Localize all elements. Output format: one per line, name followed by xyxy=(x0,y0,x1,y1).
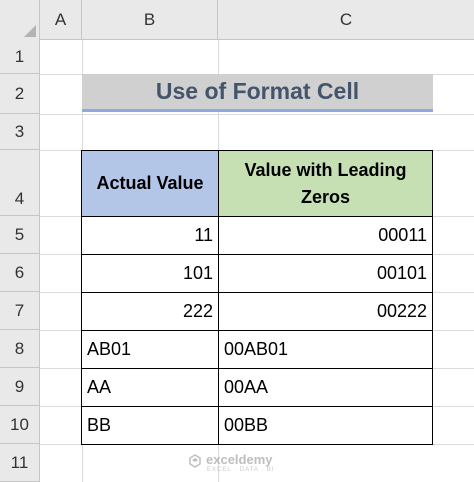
actual-value-cell[interactable]: AA xyxy=(81,368,219,407)
leading-zero-cell[interactable]: 00AB01 xyxy=(218,330,433,369)
select-all-triangle-icon xyxy=(24,25,36,37)
row-header-8[interactable]: 8 xyxy=(0,330,40,368)
row-header-6[interactable]: 6 xyxy=(0,254,40,292)
row-header-7[interactable]: 7 xyxy=(0,292,40,330)
row-header-1[interactable]: 1 xyxy=(0,40,40,74)
header-actual-value[interactable]: Actual Value xyxy=(81,150,219,217)
actual-value-cell[interactable]: 101 xyxy=(81,254,219,293)
row-header-11[interactable]: 11 xyxy=(0,444,40,482)
leading-zero-cell[interactable]: 00222 xyxy=(218,292,433,331)
row-header-9[interactable]: 9 xyxy=(0,368,40,406)
actual-value-cell[interactable]: AB01 xyxy=(81,330,219,369)
actual-value-cell[interactable]: 222 xyxy=(81,292,219,331)
leading-zero-cell[interactable]: 00BB xyxy=(218,406,433,445)
gridline xyxy=(40,114,474,115)
row-header-2[interactable]: 2 xyxy=(0,74,40,114)
column-header-a[interactable]: A xyxy=(40,0,82,40)
actual-value-cell[interactable]: BB xyxy=(81,406,219,445)
spreadsheet: A B C 1 2 3 4 5 6 7 8 9 10 11 Use of For… xyxy=(0,0,474,482)
row-header-4[interactable]: 4 xyxy=(0,150,40,216)
select-all-button[interactable] xyxy=(0,0,40,40)
header-leading-zeros[interactable]: Value with Leading Zeros xyxy=(218,150,433,217)
exceldemy-logo-icon xyxy=(189,454,201,468)
leading-zero-cell[interactable]: 00AA xyxy=(218,368,433,407)
page-title: Use of Format Cell xyxy=(155,78,360,104)
row-header-10[interactable]: 10 xyxy=(0,406,40,444)
watermark-tagline: EXCEL · DATA · BI xyxy=(207,467,275,473)
leading-zero-cell[interactable]: 00101 xyxy=(218,254,433,293)
watermark: exceldemy EXCEL · DATA · BI xyxy=(188,452,298,478)
actual-value-cell[interactable]: 11 xyxy=(81,216,219,255)
leading-zero-cell[interactable]: 00011 xyxy=(218,216,433,255)
column-header-c[interactable]: C xyxy=(218,0,474,40)
row-header-5[interactable]: 5 xyxy=(0,216,40,254)
watermark-name: exceldemy xyxy=(206,452,273,467)
title-cell[interactable]: Use of Format Cell xyxy=(82,74,433,112)
row-header-3[interactable]: 3 xyxy=(0,114,40,150)
column-header-b[interactable]: B xyxy=(82,0,218,40)
